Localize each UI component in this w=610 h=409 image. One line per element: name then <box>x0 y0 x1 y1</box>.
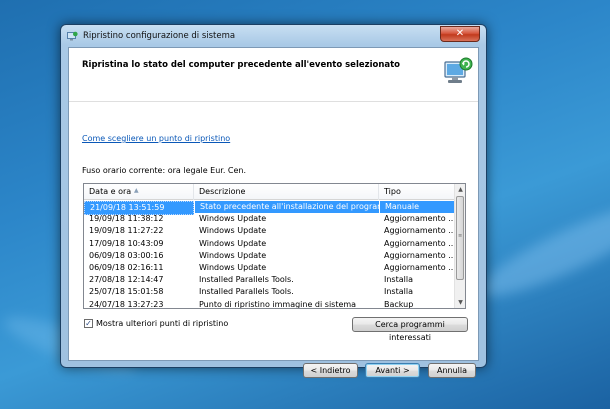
cell-date: 19/09/18 11:27:22 <box>89 226 164 236</box>
cell-date: 25/07/18 15:01:58 <box>89 287 164 297</box>
table-row[interactable]: 21/09/18 13:51:59 Stato precedente all'i… <box>84 201 455 216</box>
table-row[interactable]: 19/09/18 11:27:22 Windows Update Aggiorn… <box>84 225 455 237</box>
system-restore-window: Ripristino configurazione di sistema ✕ R… <box>60 24 487 378</box>
cell-type: Installa <box>384 287 413 297</box>
page-title: Ripristina lo stato del computer precede… <box>82 60 401 70</box>
cell-type: Aggiornamento ... <box>384 226 455 236</box>
show-more-checkbox[interactable]: ✓ <box>84 319 93 328</box>
computer-restore-icon <box>444 57 473 83</box>
restore-points-list[interactable]: Data e ora ▲ Descrizione Tipo 21/09/18 1… <box>83 183 466 309</box>
system-restore-app-icon <box>67 31 78 41</box>
column-header-type[interactable]: Tipo <box>379 184 455 200</box>
cancel-button[interactable]: Annulla <box>428 363 476 378</box>
cell-type: Aggiornamento ... <box>384 262 455 272</box>
title-bar[interactable]: Ripristino configurazione di sistema ✕ <box>61 25 486 47</box>
column-header-label: Data e ora <box>89 187 132 196</box>
scan-affected-programs-button[interactable]: Cerca programmi interessati <box>352 317 468 342</box>
table-row[interactable]: 27/08/18 12:14:47 Installed Parallels To… <box>84 274 455 286</box>
scroll-up-icon[interactable]: ▲ <box>455 184 465 195</box>
show-more-restore-points[interactable]: ✓ Mostra ulteriori punti di ripristino <box>84 319 228 328</box>
table-row[interactable]: 17/09/18 10:43:09 Windows Update Aggiorn… <box>84 238 455 250</box>
window-title: Ripristino configurazione di sistema <box>83 31 236 41</box>
cell-description: Windows Update <box>199 226 267 236</box>
table-row[interactable]: 24/07/18 13:27:23 Punto di ripristino im… <box>84 299 455 309</box>
dialog-header: Ripristina lo stato del computer precede… <box>69 48 478 102</box>
list-rows: 21/09/18 13:51:59 Stato precedente all'i… <box>84 201 455 309</box>
cell-description: Windows Update <box>199 250 267 260</box>
table-row[interactable]: 19/09/18 11:38:12 Windows Update Aggiorn… <box>84 213 455 225</box>
close-button[interactable]: ✕ <box>440 26 480 42</box>
column-header-date[interactable]: Data e ora ▲ <box>84 184 194 200</box>
help-link[interactable]: Come scegliere un punto di ripristino <box>82 134 230 143</box>
cell-date: 19/09/18 11:38:12 <box>89 214 164 224</box>
cell-type: Installa <box>384 275 413 285</box>
column-header-description[interactable]: Descrizione <box>194 184 379 200</box>
vertical-scrollbar[interactable]: ▲ ≡ ▼ <box>454 184 465 308</box>
back-button[interactable]: < Indietro <box>303 363 358 378</box>
table-row[interactable]: 06/09/18 03:00:16 Windows Update Aggiorn… <box>84 250 455 262</box>
show-more-label: Mostra ulteriori punti di ripristino <box>96 319 229 328</box>
scrollbar-grip-icon: ≡ <box>458 233 463 239</box>
cell-type: Manuale <box>379 201 455 214</box>
cell-description: Windows Update <box>199 214 267 224</box>
cell-type: Aggiornamento ... <box>384 238 455 248</box>
dialog-body: Ripristina lo stato del computer precede… <box>68 47 479 378</box>
cell-description: Stato precedente all'installazione del p… <box>194 201 379 214</box>
cell-description: Installed Parallels Tools. <box>199 275 294 285</box>
cell-description: Punto di ripristino immagine di sistema <box>199 299 357 309</box>
cell-date: 06/09/18 03:00:16 <box>89 250 164 260</box>
list-header: Data e ora ▲ Descrizione Tipo <box>84 184 455 200</box>
cell-date: 24/07/18 13:27:23 <box>89 299 164 309</box>
cell-type: Aggiornamento ... <box>384 250 455 260</box>
cell-description: Windows Update <box>199 238 267 248</box>
cell-description: Windows Update <box>199 262 267 272</box>
table-row[interactable]: 25/07/18 15:01:58 Installed Parallels To… <box>84 286 455 298</box>
desktop-light-streak <box>470 189 610 311</box>
cell-description: Installed Parallels Tools. <box>199 287 294 297</box>
cell-date: 17/09/18 10:43:09 <box>89 238 164 248</box>
cell-type: Aggiornamento ... <box>384 214 455 224</box>
timezone-label: Fuso orario corrente: ora legale Eur. Ce… <box>82 166 247 175</box>
cell-type: Backup <box>384 299 414 309</box>
cell-date: 06/09/18 02:16:11 <box>89 262 164 272</box>
table-row[interactable]: 06/09/18 02:16:11 Windows Update Aggiorn… <box>84 262 455 274</box>
cell-date: 27/08/18 12:14:47 <box>89 275 164 285</box>
sort-caret-icon: ▲ <box>134 187 139 194</box>
next-button[interactable]: Avanti > <box>365 363 420 378</box>
scroll-down-icon[interactable]: ▼ <box>455 297 465 308</box>
scrollbar-thumb[interactable]: ≡ <box>456 196 464 280</box>
